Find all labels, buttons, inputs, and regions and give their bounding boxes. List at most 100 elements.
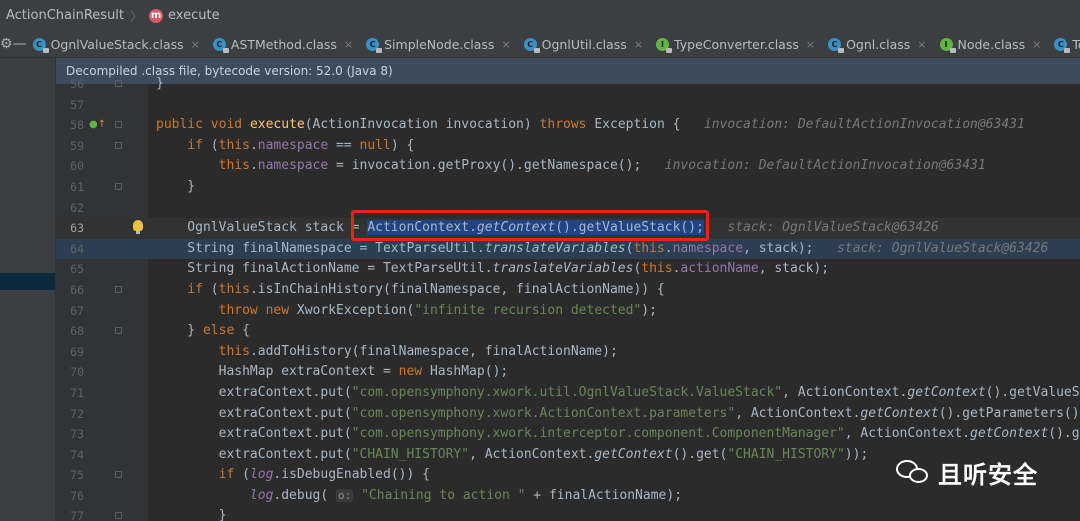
tab-label: OgnlUtil.class bbox=[541, 36, 627, 52]
editor-tab[interactable]: C OgnlUtil.class × bbox=[518, 31, 650, 57]
code-text: extraContext.put("com.opensymphony.xwork… bbox=[156, 384, 1080, 400]
line-number: 62 bbox=[70, 200, 84, 215]
close-icon[interactable]: × bbox=[191, 38, 200, 51]
code-line[interactable]: 59 if (this.namespace == null) { bbox=[56, 136, 1080, 157]
editor-tab[interactable]: I TypeConverter.class × bbox=[650, 31, 822, 57]
code-line[interactable]: 60 this.namespace = invocation.getProxy(… bbox=[56, 156, 1080, 177]
tab-label: ASTMethod.class bbox=[230, 36, 337, 52]
class-icon: C bbox=[828, 37, 845, 53]
lightbulb-icon[interactable] bbox=[133, 220, 143, 235]
line-number: 69 bbox=[70, 344, 84, 359]
tab-label: Text bbox=[1072, 36, 1080, 52]
close-icon[interactable]: × bbox=[634, 38, 643, 51]
fold-marker-icon[interactable] bbox=[115, 285, 122, 293]
line-number: 68 bbox=[70, 324, 84, 339]
line-number: 75 bbox=[70, 468, 84, 483]
editor-tab[interactable]: C Ognl.class × bbox=[822, 31, 933, 57]
override-marker-icon[interactable]: ●↑ bbox=[89, 115, 106, 136]
code-text: } bbox=[156, 76, 164, 91]
code-line[interactable]: 70 HashMap extraContext = new HashMap(); bbox=[56, 362, 1080, 383]
project-selection-marker bbox=[0, 273, 55, 290]
code-line[interactable]: 57 bbox=[56, 95, 1080, 116]
tab-label: Ognl.class bbox=[846, 36, 911, 52]
code-text: } else { bbox=[156, 323, 250, 339]
breadcrumb-method[interactable]: execute bbox=[168, 8, 220, 23]
code-line[interactable]: 71 extraContext.put("com.opensymphony.xw… bbox=[56, 383, 1080, 404]
tab-label: TypeConverter.class bbox=[674, 36, 799, 52]
code-line[interactable]: 65 String finalActionName = TextParseUti… bbox=[56, 259, 1080, 280]
code-line[interactable]: 72 extraContext.put("com.opensymphony.xw… bbox=[56, 404, 1080, 425]
code-text: extraContext.put("CHAIN_HISTORY", Action… bbox=[156, 446, 869, 462]
code-line[interactable]: 61 } bbox=[56, 177, 1080, 198]
close-icon[interactable]: × bbox=[917, 38, 926, 51]
line-number: 67 bbox=[70, 303, 84, 318]
fold-marker-icon[interactable] bbox=[115, 80, 122, 87]
editor-tab[interactable]: C OgnlValueStack.class × bbox=[27, 31, 207, 57]
code-text: public void execute(ActionInvocation inv… bbox=[156, 117, 1025, 133]
tab-label: OgnlValueStack.class bbox=[50, 36, 184, 52]
editor-tab[interactable]: CText bbox=[1048, 31, 1080, 57]
fold-marker-icon[interactable] bbox=[115, 121, 122, 129]
code-text: String finalActionName = TextParseUtil.t… bbox=[156, 261, 830, 277]
code-line[interactable]: 66 if (this.isInChainHistory(finalNamesp… bbox=[56, 280, 1080, 301]
editor-tab[interactable]: I Node.class × bbox=[934, 31, 1049, 57]
code-text: this.namespace = invocation.getProxy().g… bbox=[218, 158, 986, 174]
class-icon: C bbox=[366, 37, 383, 53]
line-number: 59 bbox=[70, 138, 84, 153]
editor-tab[interactable]: C SimpleNode.class × bbox=[360, 31, 518, 57]
code-line[interactable]: 73 extraContext.put("com.opensymphony.xw… bbox=[56, 424, 1080, 445]
fold-marker-icon[interactable] bbox=[115, 327, 122, 335]
code-line[interactable]: 67 throw new XworkException("infinite re… bbox=[56, 301, 1080, 322]
fold-marker-icon[interactable] bbox=[115, 141, 122, 149]
code-line[interactable]: 58 ●↑ public void execute(ActionInvocation… bbox=[56, 115, 1080, 136]
code-text: extraContext.put("com.opensymphony.xwork… bbox=[156, 405, 1080, 421]
line-number: 57 bbox=[70, 97, 84, 112]
code-text: if (this.namespace == null) { bbox=[187, 137, 415, 153]
minimize-icon[interactable]: — bbox=[13, 36, 27, 52]
code-text: String finalNamespace = TextParseUtil.tr… bbox=[156, 240, 1049, 256]
fold-marker-icon[interactable] bbox=[115, 471, 122, 479]
method-icon: m bbox=[149, 8, 164, 23]
fold-marker-icon[interactable] bbox=[115, 512, 122, 520]
breadcrumb-class[interactable]: ActionChainResult bbox=[0, 8, 124, 23]
code-text: this.addToHistory(finalNamespace, finalA… bbox=[218, 343, 618, 359]
code-text: log.debug( o: "Chaining to action " + fi… bbox=[249, 487, 683, 503]
gear-icon[interactable]: ⚙ bbox=[0, 36, 13, 52]
code-line[interactable]: 77 } bbox=[56, 506, 1080, 521]
tab-label: Node.class bbox=[957, 36, 1026, 52]
line-number: 63 bbox=[70, 221, 84, 236]
close-icon[interactable]: × bbox=[806, 38, 815, 51]
code-text: if (log.isDebugEnabled()) { bbox=[218, 467, 430, 483]
close-icon[interactable]: × bbox=[1032, 38, 1041, 51]
editor-tabs: C OgnlValueStack.class × C ASTMethod.class × C… bbox=[27, 31, 1080, 57]
line-number: 61 bbox=[70, 179, 84, 194]
line-number: 72 bbox=[70, 406, 84, 421]
code-line[interactable]: 64 String finalNamespace = TextParseUtil… bbox=[56, 238, 1080, 260]
code-line[interactable]: 69 this.addToHistory(finalNamespace, fin… bbox=[56, 342, 1080, 363]
line-number: 73 bbox=[70, 427, 84, 442]
line-number: 64 bbox=[70, 241, 84, 256]
code-line[interactable]: 56} bbox=[56, 74, 1080, 95]
editor-tab[interactable]: C ASTMethod.class × bbox=[207, 31, 360, 57]
code-text: if (this.isInChainHistory(finalNamespace… bbox=[187, 281, 665, 297]
watermark-text: 且听安全 bbox=[938, 460, 1038, 489]
interface-icon: I bbox=[656, 37, 673, 53]
project-panel-strip bbox=[0, 58, 56, 521]
watermark: 且听安全 bbox=[896, 453, 1038, 491]
class-icon: C bbox=[523, 37, 540, 53]
close-icon[interactable]: × bbox=[344, 38, 353, 51]
wechat-icon bbox=[896, 458, 930, 486]
line-number: 56 bbox=[70, 77, 84, 91]
close-icon[interactable]: × bbox=[501, 38, 510, 51]
code-line[interactable]: 68 } else { bbox=[56, 321, 1080, 342]
interface-icon: I bbox=[939, 37, 956, 53]
line-number: 66 bbox=[70, 282, 84, 297]
line-number: 65 bbox=[70, 262, 84, 277]
fold-marker-icon[interactable] bbox=[115, 182, 122, 190]
class-icon: C bbox=[32, 37, 49, 53]
code-text: throw new XworkException("infinite recur… bbox=[218, 302, 657, 318]
highlight-box bbox=[351, 210, 709, 241]
line-number: 77 bbox=[70, 509, 84, 521]
line-number: 76 bbox=[70, 488, 84, 503]
class-icon: C bbox=[1054, 37, 1071, 53]
